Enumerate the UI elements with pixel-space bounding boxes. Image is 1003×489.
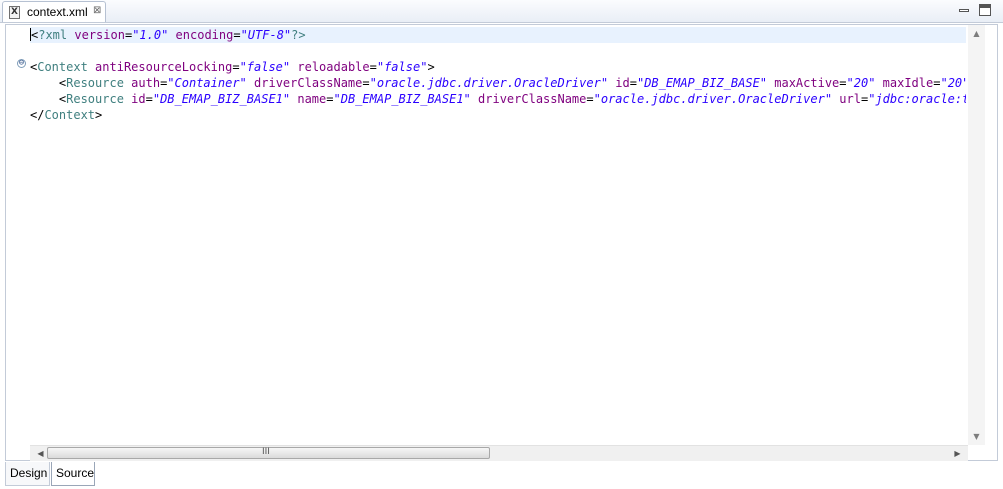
code-token: maxActive [774,76,840,90]
scroll-right-icon[interactable]: ▶ [949,446,966,461]
code-token: = [232,60,240,74]
xml-file-icon: X [9,6,20,19]
code-token: ?xml [38,28,68,42]
scroll-up-icon[interactable]: ▲ [968,25,985,42]
code-token: driverClassName [254,76,363,90]
editor-tab-bar: X context.xml ⊠ [0,0,1003,23]
code-token: "UTF-8" [240,28,292,42]
vertical-scrollbar[interactable]: ▲ ▼ [968,25,985,445]
code-token: "jdbc:oracle:thin:@1 [868,92,966,106]
code-token: "20" [940,76,966,90]
scroll-down-icon[interactable]: ▼ [968,428,985,445]
code-line[interactable]: <?xml version="1.0" encoding="UTF-8"?> [30,27,966,43]
tab-source[interactable]: Source [51,462,95,486]
tab-design[interactable]: Design [5,462,50,486]
editor-mode-tabs: Design Source [5,462,998,487]
maximize-icon[interactable] [979,4,991,16]
horizontal-scrollbar[interactable]: ◀ III ▶ [30,445,968,461]
code-token: ?> [291,28,306,42]
xml-source-editor[interactable]: ⊖ <?xml version="1.0" encoding="UTF-8"?>… [5,24,998,461]
code-token: < [30,76,67,90]
code-token: = [145,92,153,106]
code-token: "DB_EMAP_BIZ_BASE1" [333,92,471,106]
code-token: reloadable [297,60,370,74]
code-token: Resource [66,76,124,90]
code-token: "20" [846,76,876,90]
code-token: "false" [376,60,428,74]
code-token: = [233,28,241,42]
code-line[interactable]: <Resource id="DB_EMAP_BIZ_BASE1" name="D… [30,91,966,107]
code-token: = [839,76,847,90]
code-text-area[interactable]: <?xml version="1.0" encoding="UTF-8"?> <C… [30,25,966,445]
code-token: "DB_EMAP_BIZ_BASE" [636,76,768,90]
code-token: = [326,92,334,106]
code-token: "false" [239,60,291,74]
horizontal-scroll-thumb[interactable]: III [47,447,490,459]
code-token: id [131,92,146,106]
code-token: </ [30,108,45,122]
code-token: version [74,28,125,42]
code-token: = [629,76,637,90]
minimize-icon[interactable] [958,4,970,16]
code-token: Resource [66,92,124,106]
tab-context-xml[interactable]: X context.xml ⊠ [2,1,106,22]
code-token: "oracle.jdbc.driver.OracleDriver" [593,92,833,106]
code-token: < [30,92,67,106]
code-token: "oracle.jdbc.driver.OracleDriver" [369,76,609,90]
scroll-grip-icon: III [262,447,270,457]
code-token: url [839,92,861,106]
code-token: id [615,76,630,90]
code-token: Context [44,108,96,122]
code-token: encoding [175,28,234,42]
collapse-fold-icon[interactable]: ⊖ [17,59,26,68]
editor-gutter: ⊖ [6,25,29,445]
code-token: "DB_EMAP_BIZ_BASE1" [152,92,291,106]
code-token: antiResourceLocking [95,60,233,74]
code-token: Context [37,60,88,74]
tab-label: context.xml [27,5,88,19]
code-line[interactable]: </Context> [30,107,102,123]
code-token: = [369,60,377,74]
code-token: name [297,92,327,106]
code-token: auth [131,76,161,90]
code-token: "Container" [167,76,247,90]
code-token: = [586,92,594,106]
code-token: maxIdle [882,76,934,90]
code-line[interactable]: <Context antiResourceLocking="false" rel… [30,59,435,75]
code-token: "1.0" [132,28,169,42]
code-token: = [362,76,370,90]
code-line[interactable]: <Resource auth = "Container" driverClassNa… [30,75,966,91]
code-token: > [95,108,103,122]
code-token: driverClassName [478,92,587,106]
code-token: > [427,60,435,74]
close-icon[interactable]: ⊠ [93,5,101,16]
